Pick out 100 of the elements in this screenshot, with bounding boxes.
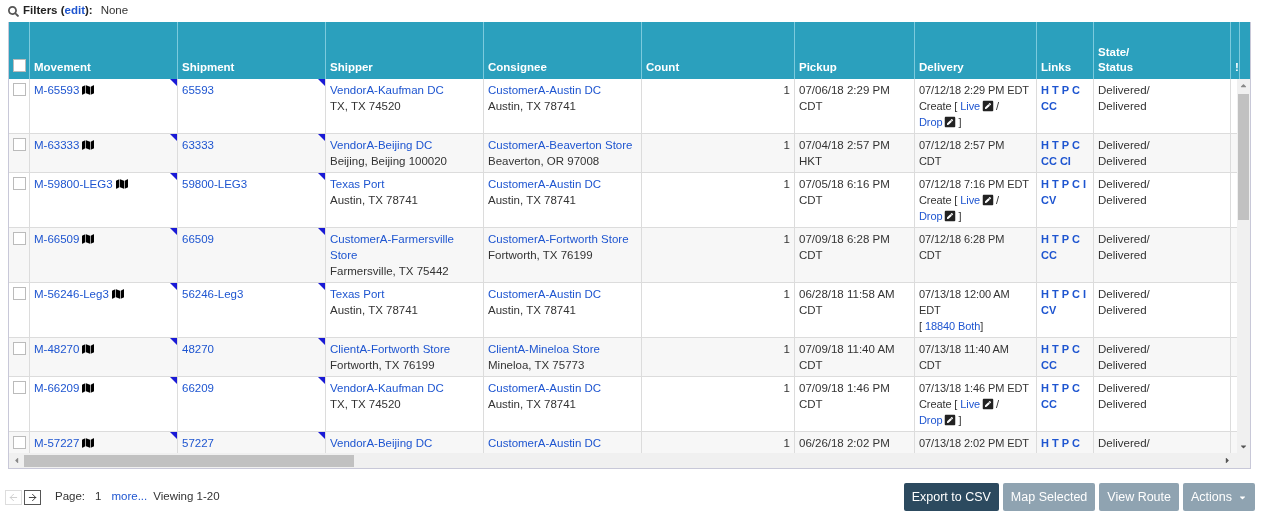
link-letter[interactable]: H (1041, 286, 1049, 302)
link-letter[interactable]: P (1061, 380, 1070, 396)
delivery-link[interactable]: Live (960, 194, 981, 206)
scroll-thumb[interactable] (1238, 94, 1249, 220)
delivery-link[interactable]: Drop (919, 414, 943, 426)
link-letter[interactable]: C (1072, 380, 1080, 396)
shipper-link[interactable]: Texas Port (330, 286, 385, 302)
consignee-link[interactable]: CustomerA-Austin DC (488, 380, 602, 396)
vertical-scrollbar[interactable] (1237, 79, 1250, 453)
link-letter[interactable]: C (1072, 176, 1080, 192)
edit-icon[interactable] (982, 100, 995, 112)
map-icon[interactable] (82, 437, 95, 449)
shipper-link[interactable]: ClientA-Fortworth Store (330, 341, 451, 357)
shipment-link[interactable]: 66509 (182, 233, 214, 245)
next-button[interactable] (24, 489, 41, 505)
shipper-link[interactable]: VendorA-Kaufman DC (330, 380, 444, 396)
more-link[interactable]: more... (111, 488, 148, 506)
checkbox[interactable] (12, 59, 26, 72)
horizontal-scrollbar[interactable] (9, 453, 1250, 468)
link-letter[interactable]: P (1061, 341, 1070, 357)
link-letter[interactable]: T (1051, 286, 1059, 302)
movement-link[interactable]: M-56246-Leg3 (34, 286, 109, 302)
delivery-link[interactable]: Live (960, 398, 981, 410)
action-button[interactable]: Export to CSV (903, 483, 999, 511)
link-letter[interactable]: P (1061, 176, 1070, 192)
link-letter[interactable]: H (1041, 137, 1049, 153)
shipment-link[interactable]: 63333 (182, 139, 214, 151)
delivery-link[interactable]: Live (960, 100, 981, 112)
link-letter[interactable]: T (1051, 435, 1059, 451)
shipment-link[interactable]: 66209 (182, 382, 214, 394)
link-letter[interactable]: C (1072, 286, 1080, 302)
link-letter[interactable]: H (1041, 341, 1049, 357)
checkbox[interactable] (13, 436, 26, 449)
consignee-link[interactable]: CustomerA-Austin DC (488, 176, 602, 192)
scroll-up-icon[interactable] (1239, 81, 1248, 90)
edit-icon[interactable] (944, 210, 957, 222)
checkbox[interactable] (13, 83, 26, 96)
link-letter[interactable]: T (1051, 176, 1059, 192)
shipment-link[interactable]: 48270 (182, 343, 214, 355)
link-letter[interactable]: I (1083, 176, 1087, 192)
shipper-link[interactable]: Texas Port (330, 176, 385, 192)
consignee-link[interactable]: CustomerA-Austin DC (488, 286, 602, 302)
checkbox[interactable] (13, 232, 26, 245)
consignee-link[interactable]: CustomerA-Beaverton Store (488, 137, 633, 153)
link-letter[interactable]: I (1083, 286, 1087, 302)
checkbox[interactable] (13, 177, 26, 190)
scroll-thumb[interactable] (24, 454, 354, 467)
scroll-down-icon[interactable] (1239, 442, 1248, 451)
shipper-link[interactable]: VendorA-Beijing DC (330, 435, 433, 451)
link-letter[interactable]: P (1061, 286, 1070, 302)
link-letter[interactable]: P (1061, 82, 1070, 98)
edit-icon[interactable] (982, 194, 995, 206)
consignee-link[interactable]: CustomerA-Austin DC (488, 435, 602, 451)
movement-link[interactable]: M-57227 (34, 435, 80, 451)
link-letter[interactable]: P (1061, 435, 1070, 451)
map-icon[interactable] (82, 84, 95, 96)
shipment-link[interactable]: 56246-Leg3 (182, 288, 244, 300)
edit-link[interactable]: edit (64, 4, 85, 17)
link-letter[interactable]: C (1072, 82, 1080, 98)
link-letter[interactable]: C (1072, 341, 1080, 357)
movement-link[interactable]: M-65593 (34, 82, 80, 98)
map-icon[interactable] (82, 343, 95, 355)
link-letter[interactable]: CI (1059, 153, 1071, 169)
link-letter[interactable]: T (1051, 82, 1059, 98)
consignee-link[interactable]: CustomerA-Fortworth Store (488, 231, 629, 247)
link-letter[interactable]: T (1051, 380, 1059, 396)
link-letter[interactable]: H (1041, 82, 1049, 98)
shipper-link[interactable]: VendorA-Beijing DC (330, 137, 433, 153)
movement-link[interactable]: M-66209 (34, 380, 80, 396)
link-letter[interactable]: C (1072, 231, 1080, 247)
link-letter[interactable]: CC (1041, 247, 1057, 263)
edit-icon[interactable] (944, 414, 957, 426)
scroll-right-icon[interactable] (1223, 456, 1232, 465)
link-letter[interactable]: T (1051, 137, 1059, 153)
checkbox[interactable] (13, 138, 26, 151)
map-icon[interactable] (82, 382, 95, 394)
movement-link[interactable]: M-48270 (34, 341, 80, 357)
shipment-link[interactable]: 65593 (182, 84, 214, 96)
movement-link[interactable]: M-63333 (34, 137, 80, 153)
link-letter[interactable]: H (1041, 231, 1049, 247)
shipper-link[interactable]: VendorA-Kaufman DC (330, 82, 444, 98)
delivery-link[interactable]: Drop (919, 210, 943, 222)
link-letter[interactable]: C (1072, 137, 1080, 153)
checkbox[interactable] (13, 342, 26, 355)
link-letter[interactable]: H (1041, 176, 1049, 192)
shipment-link[interactable]: 59800-LEG3 (182, 178, 248, 190)
link-letter[interactable]: T (1051, 341, 1059, 357)
map-icon[interactable] (111, 288, 124, 300)
link-letter[interactable]: H (1041, 435, 1049, 451)
consignee-link[interactable]: ClientA-Mineloa Store (488, 341, 600, 357)
map-icon[interactable] (115, 178, 128, 190)
link-letter[interactable]: P (1061, 231, 1070, 247)
link-letter[interactable]: P (1061, 137, 1070, 153)
checkbox[interactable] (13, 381, 26, 394)
link-letter[interactable]: CV (1041, 302, 1057, 318)
checkbox[interactable] (13, 287, 26, 300)
consignee-link[interactable]: CustomerA-Austin DC (488, 82, 602, 98)
link-letter[interactable]: T (1051, 231, 1059, 247)
map-icon[interactable] (82, 139, 95, 151)
link-letter[interactable]: C (1072, 435, 1080, 451)
